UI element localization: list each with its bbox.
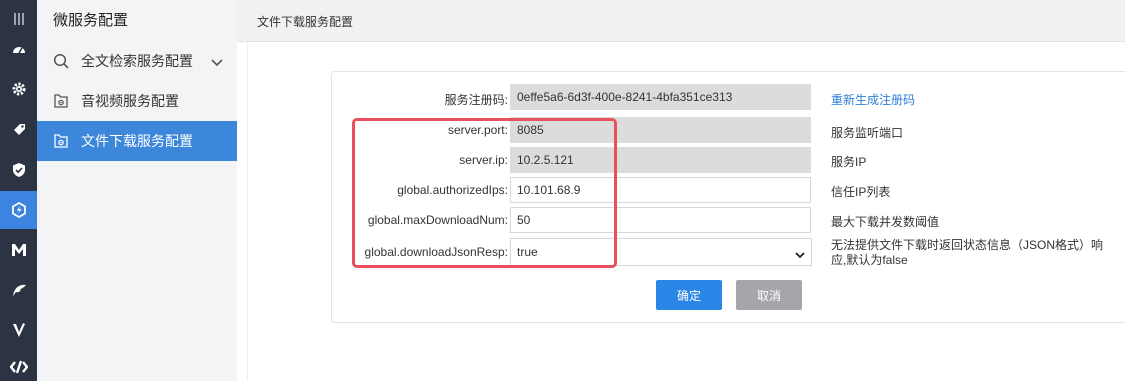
code-icon[interactable]: [0, 348, 37, 386]
service-icon[interactable]: [0, 191, 37, 229]
confirm-button[interactable]: 确定: [656, 280, 722, 310]
sidebar: 微服务配置 全文检索服务配置 音视频服务配置 文件下载服务配置: [37, 0, 237, 381]
sidebar-item-label: 文件下载服务配置: [81, 133, 193, 149]
divider: [247, 42, 248, 381]
chevron-down-icon: [795, 248, 805, 262]
download-json-resp-description: 无法提供文件下载时返回状态信息（JSON格式）响 应,默认为false: [831, 238, 1104, 267]
search-icon: [52, 52, 70, 70]
leaf-icon[interactable]: [0, 271, 37, 309]
sidebar-item-audio-video[interactable]: 音视频服务配置: [37, 81, 237, 121]
v-logo-icon[interactable]: [0, 311, 37, 349]
registration-code-field: 0effe5a6-6d3f-400e-8241-4bfa351ce313: [510, 84, 811, 110]
icon-rail: [0, 0, 37, 381]
authorized-ips-description: 信任IP列表: [831, 185, 891, 199]
media-config-icon: [52, 132, 70, 150]
shield-check-icon[interactable]: [0, 151, 37, 189]
regenerate-registration-code-link[interactable]: 重新生成注册码: [831, 91, 915, 108]
highlight-box: [352, 118, 617, 268]
gear-icon[interactable]: [0, 70, 37, 108]
server-port-description: 服务监听端口: [831, 126, 904, 140]
media-config-icon: [52, 92, 70, 110]
field-label-registration-code: 服务注册码:: [444, 93, 508, 107]
sidebar-title: 微服务配置: [53, 12, 129, 29]
sidebar-item-label: 音视频服务配置: [81, 93, 179, 109]
sidebar-item-label: 全文检索服务配置: [81, 53, 193, 69]
m-logo-icon[interactable]: [0, 231, 37, 269]
tag-icon[interactable]: [0, 110, 37, 148]
sidebar-item-file-download[interactable]: 文件下载服务配置: [37, 121, 237, 161]
page-header: 文件下载服务配置: [237, 0, 1125, 42]
breadcrumb: 文件下载服务配置: [257, 15, 354, 29]
max-download-num-description: 最大下载并发数阈值: [831, 215, 940, 229]
server-ip-description: 服务IP: [831, 155, 867, 169]
chevron-down-icon[interactable]: [211, 54, 223, 70]
cancel-button[interactable]: 取消: [736, 280, 802, 310]
dashboard-icon[interactable]: [0, 31, 37, 69]
sidebar-item-fulltext-search[interactable]: 全文检索服务配置: [37, 41, 237, 81]
